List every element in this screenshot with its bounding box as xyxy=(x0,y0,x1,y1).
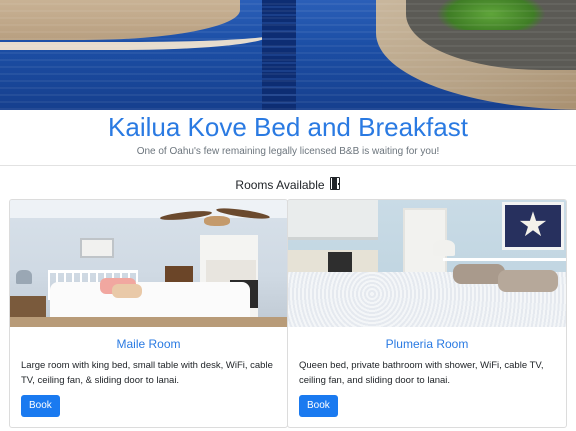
room-title: Maile Room xyxy=(116,337,181,351)
room-photo-plumeria: ★ xyxy=(288,200,566,327)
hero-pool-image xyxy=(0,0,576,110)
room-card-maile: Maile Room Large room with king bed, sma… xyxy=(9,199,288,428)
room-title: Plumeria Room xyxy=(385,337,469,351)
ceiling-fan-image xyxy=(159,204,271,226)
page-title: Kailua Kove Bed and Breakfast xyxy=(108,112,468,142)
rooms-section-heading: Rooms Available xyxy=(0,176,576,194)
room-description: Queen bed, private bathroom with shower,… xyxy=(299,360,544,386)
hero-water-shimmer xyxy=(0,0,576,110)
book-button-maile[interactable]: Book xyxy=(21,395,60,417)
header-divider xyxy=(0,165,576,166)
room-description: Large room with king bed, small table wi… xyxy=(21,360,273,386)
room-card-plumeria: ★ Plumeria Room Queen bed, private bathr… xyxy=(287,199,567,428)
page-subtitle: One of Oahu's few remaining legally lice… xyxy=(136,146,440,157)
book-button-plumeria[interactable]: Book xyxy=(299,395,338,417)
room-photo-maile xyxy=(10,200,287,327)
door-icon xyxy=(329,177,341,191)
rooms-heading-label: Rooms Available xyxy=(235,178,325,192)
